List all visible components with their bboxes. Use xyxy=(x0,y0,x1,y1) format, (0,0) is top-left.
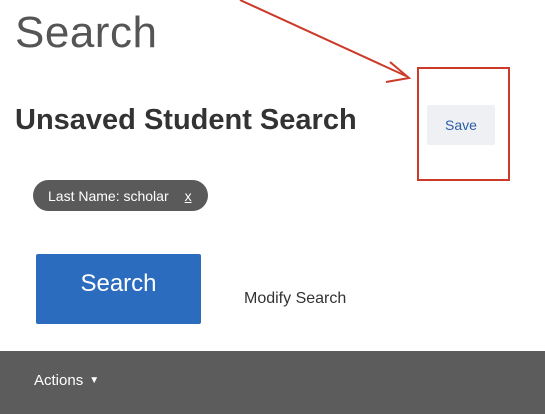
search-button[interactable]: Search xyxy=(36,254,201,324)
filter-chip-label: Last Name: scholar xyxy=(48,187,169,204)
page-title: Search xyxy=(15,8,158,57)
filter-chip-remove-button[interactable]: x xyxy=(185,188,192,204)
page: Search Unsaved Student Search Save Last … xyxy=(0,0,545,414)
save-button[interactable]: Save xyxy=(427,105,495,145)
search-heading: Unsaved Student Search xyxy=(15,104,357,136)
actions-menu-button[interactable]: Actions ▼ xyxy=(34,372,99,389)
modify-search-link[interactable]: Modify Search xyxy=(244,290,346,308)
caret-down-icon: ▼ xyxy=(89,375,100,386)
actions-toolbar: Actions ▼ xyxy=(0,351,545,414)
filter-chip: Last Name: scholar x xyxy=(33,180,208,211)
actions-menu-label: Actions xyxy=(34,372,84,389)
